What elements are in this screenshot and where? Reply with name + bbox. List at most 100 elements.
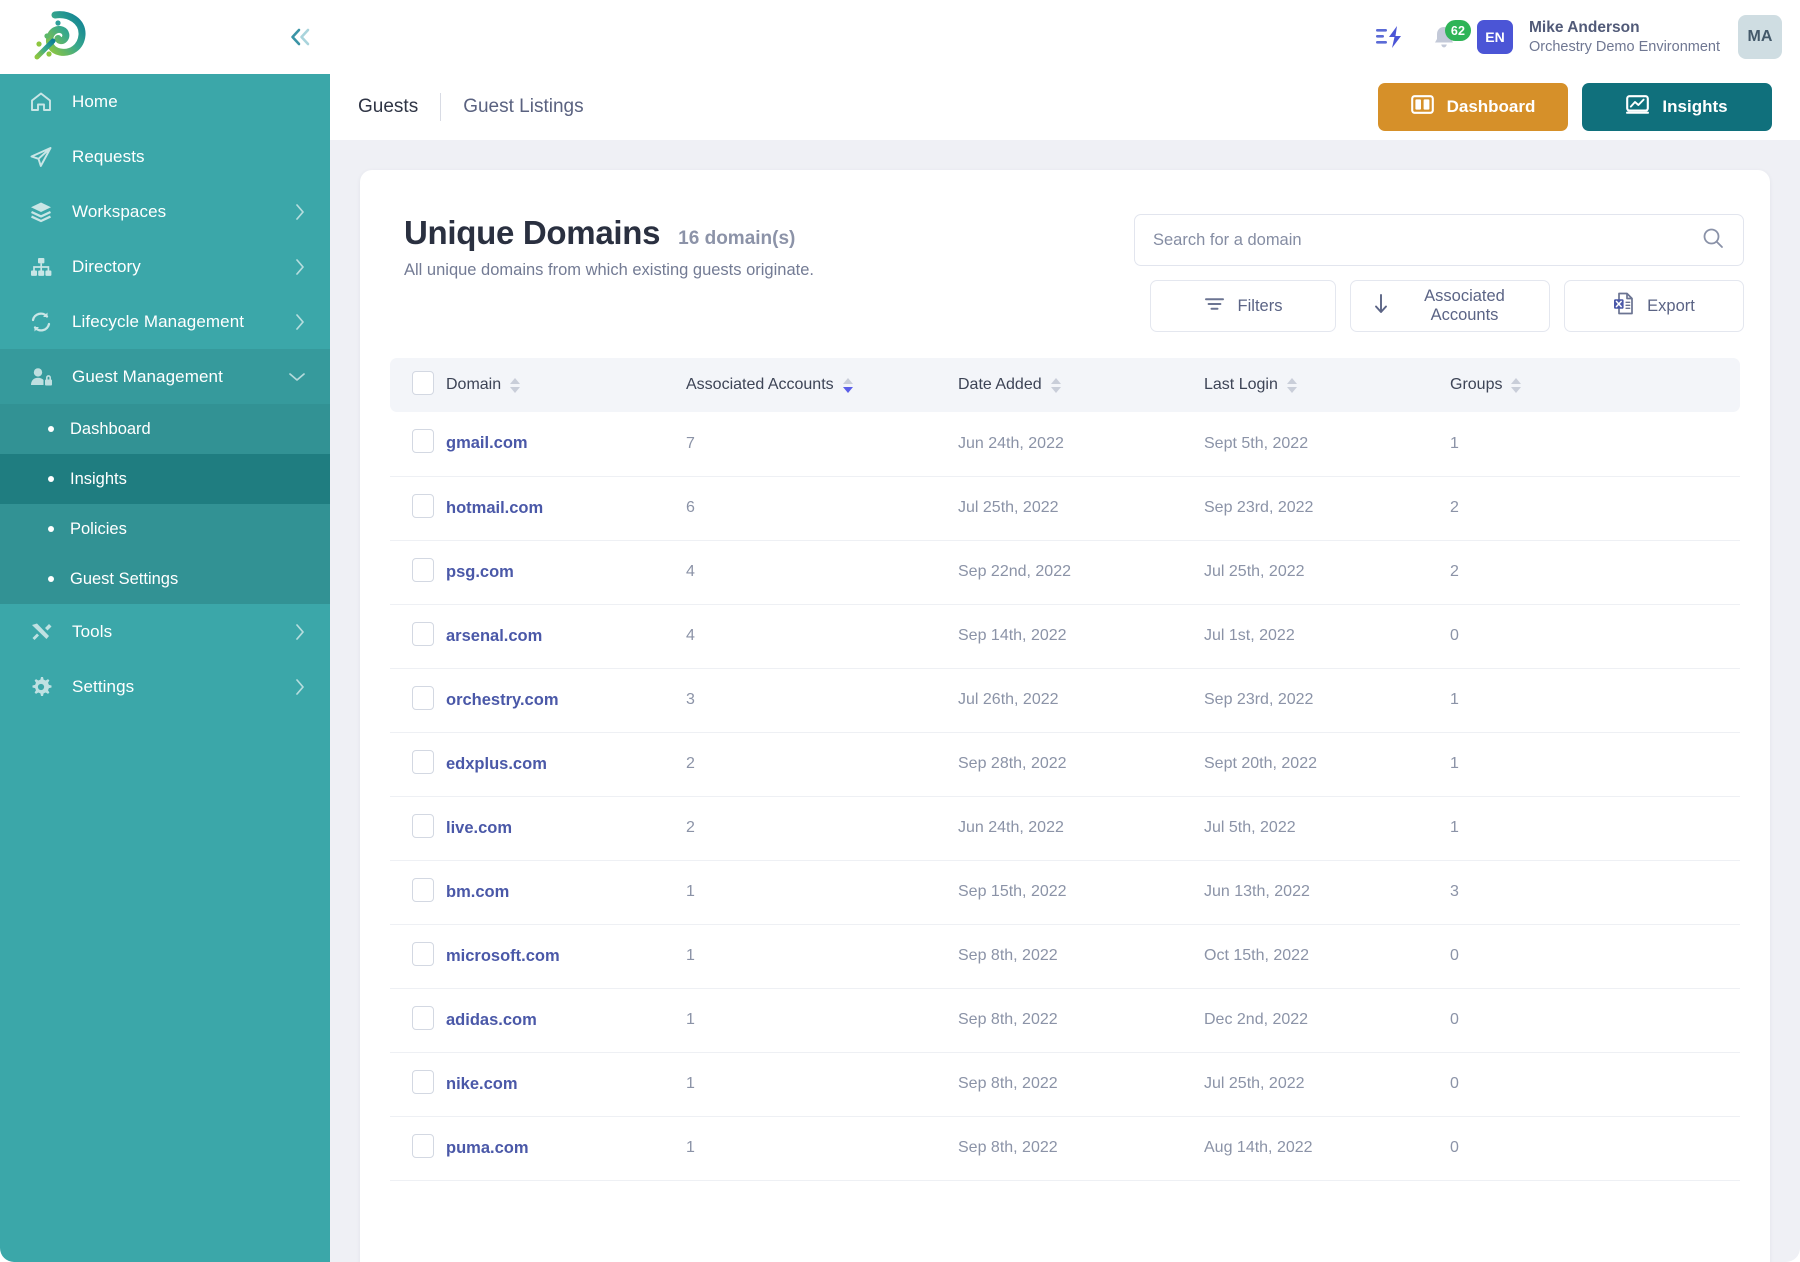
column-label: Groups xyxy=(1450,376,1503,393)
domain-link[interactable]: gmail.com xyxy=(446,434,528,452)
row-checkbox[interactable] xyxy=(412,685,434,710)
table-row[interactable]: orchestry.com 3 Jul 26th, 2022 Sep 23rd, 20… xyxy=(390,668,1740,733)
row-checkbox[interactable] xyxy=(412,621,434,646)
sort-toggle-date-added[interactable] xyxy=(1050,377,1061,393)
table-row[interactable]: live.com 2 Jun 24th, 2022 Jul 5th, 2022 1 xyxy=(390,796,1740,861)
column-header-domain[interactable]: Domain xyxy=(446,358,686,412)
table-row[interactable]: hotmail.com 6 Jul 25th, 2022 Sep 23rd, 2022… xyxy=(390,476,1740,541)
domain-link[interactable]: live.com xyxy=(446,819,512,837)
sort-ascending-icon xyxy=(510,377,521,384)
table-row[interactable]: bm.com 1 Sep 15th, 2022 Jun 13th, 2022 3 xyxy=(390,860,1740,925)
filters-button-label: Filters xyxy=(1237,296,1283,315)
table-row[interactable]: microsoft.com 1 Sep 8th, 2022 Oct 15th, 202… xyxy=(390,924,1740,989)
table-header-row: Domain Associated Accounts Date Added La… xyxy=(390,358,1740,412)
export-button[interactable]: Export xyxy=(1564,280,1744,332)
sort-toggle-groups[interactable] xyxy=(1511,377,1522,393)
card-tools: Filters Associated Accounts xyxy=(1134,214,1744,332)
breadcrumb-divider xyxy=(440,93,442,121)
avatar[interactable]: MA xyxy=(1738,15,1782,59)
table-row[interactable]: edxplus.com 2 Sep 28th, 2022 Sept 20th, 202… xyxy=(390,732,1740,797)
sidebar-item-dashboard[interactable]: Dashboard xyxy=(0,404,330,454)
domain-link[interactable]: arsenal.com xyxy=(446,627,542,645)
sidebar-item-policies[interactable]: Policies xyxy=(0,504,330,554)
sort-ascending-icon xyxy=(1050,377,1061,384)
sidebar-item-settings[interactable]: Settings xyxy=(0,659,330,714)
groups-cell: 0 xyxy=(1450,1052,1740,1117)
row-checkbox[interactable] xyxy=(412,941,434,966)
row-checkbox[interactable] xyxy=(412,557,434,582)
sort-descending-icon xyxy=(842,386,853,393)
column-header-date-added[interactable]: Date Added xyxy=(958,358,1204,412)
row-checkbox[interactable] xyxy=(412,1005,434,1030)
domain-link[interactable]: nike.com xyxy=(446,1075,518,1093)
row-checkbox[interactable] xyxy=(412,749,434,774)
last-login-cell: Oct 15th, 2022 xyxy=(1204,924,1450,989)
sidebar-item-directory[interactable]: Directory xyxy=(0,239,330,294)
domain-link[interactable]: hotmail.com xyxy=(446,499,543,517)
sidebar-item-label: Guest Management xyxy=(72,366,223,386)
filters-button[interactable]: Filters xyxy=(1150,280,1336,332)
chevron-right-icon xyxy=(294,313,306,331)
insights-button[interactable]: Insights xyxy=(1582,83,1772,131)
table-row[interactable]: adidas.com 1 Sep 8th, 2022 Dec 2nd, 2022 0 xyxy=(390,988,1740,1053)
chevron-down-icon xyxy=(288,371,306,383)
row-checkbox[interactable] xyxy=(412,1069,434,1094)
domain-link[interactable]: bm.com xyxy=(446,883,509,901)
row-checkbox[interactable] xyxy=(412,493,434,518)
sidebar-item-workspaces[interactable]: Workspaces xyxy=(0,184,330,239)
sidebar-item-guest-management[interactable]: Guest Management xyxy=(0,349,330,404)
domain-link[interactable]: microsoft.com xyxy=(446,947,560,965)
row-checkbox[interactable] xyxy=(412,1133,434,1158)
column-header-last-login[interactable]: Last Login xyxy=(1204,358,1450,412)
select-all-checkbox[interactable] xyxy=(412,370,434,395)
search-input[interactable] xyxy=(1153,230,1701,250)
breadcrumb-secondary[interactable]: Guest Listings xyxy=(463,96,583,118)
domain-link[interactable]: adidas.com xyxy=(446,1011,537,1029)
search-icon[interactable] xyxy=(1701,226,1725,255)
domain-link[interactable]: psg.com xyxy=(446,563,514,581)
breadcrumb: Guests Guest Listings Dashboard Insights xyxy=(330,74,1800,140)
bullet-icon xyxy=(48,476,54,482)
quick-actions-button[interactable] xyxy=(1363,10,1417,64)
sidebar-item-lifecycle-management[interactable]: Lifecycle Management xyxy=(0,294,330,349)
column-header-groups[interactable]: Groups xyxy=(1450,358,1740,412)
date-added-cell: Sep 15th, 2022 xyxy=(958,860,1204,925)
groups-cell: 3 xyxy=(1450,860,1740,925)
sidebar-item-tools[interactable]: Tools xyxy=(0,604,330,659)
guest-user-lock-icon xyxy=(26,362,56,392)
associated-accounts-cell: 4 xyxy=(686,540,958,605)
row-checkbox[interactable] xyxy=(412,877,434,902)
tools-wrench-icon xyxy=(26,617,56,647)
table-row[interactable]: gmail.com 7 Jun 24th, 2022 Sept 5th, 2022 1 xyxy=(390,412,1740,477)
date-added-cell: Sep 8th, 2022 xyxy=(958,1052,1204,1117)
sort-toggle-domain[interactable] xyxy=(510,377,521,393)
page-title: Unique Domains xyxy=(404,214,661,251)
date-added-cell: Sep 8th, 2022 xyxy=(958,1116,1204,1181)
app-logo[interactable] xyxy=(0,0,120,74)
column-header-associated-accounts[interactable]: Associated Accounts xyxy=(686,358,958,412)
dashboard-button[interactable]: Dashboard xyxy=(1378,83,1568,131)
domain-link[interactable]: orchestry.com xyxy=(446,691,559,709)
sidebar-item-guest-settings[interactable]: Guest Settings xyxy=(0,554,330,604)
sidebar-item-home[interactable]: Home xyxy=(0,74,330,129)
sort-toggle-associated-accounts[interactable] xyxy=(842,377,853,393)
search-box[interactable] xyxy=(1134,214,1744,266)
associated-accounts-sort-button[interactable]: Associated Accounts xyxy=(1350,280,1550,332)
table-row[interactable]: arsenal.com 4 Sep 14th, 2022 Jul 1st, 2022 0 xyxy=(390,604,1740,669)
table-row[interactable]: puma.com 1 Sep 8th, 2022 Aug 14th, 2022 0 xyxy=(390,1116,1740,1181)
sidebar-item-insights[interactable]: Insights xyxy=(0,454,330,504)
row-checkbox[interactable] xyxy=(412,429,434,454)
domain-link[interactable]: edxplus.com xyxy=(446,755,547,773)
sort-toggle-last-login[interactable] xyxy=(1286,377,1297,393)
domain-link[interactable]: puma.com xyxy=(446,1139,529,1157)
user-info[interactable]: Mike Anderson Orchestry Demo Environment xyxy=(1529,18,1720,56)
language-selector[interactable]: EN xyxy=(1477,20,1514,54)
main-content: Guests Guest Listings Dashboard Insights… xyxy=(330,74,1800,1262)
sidebar-item-requests[interactable]: Requests xyxy=(0,129,330,184)
chevron-right-icon xyxy=(294,623,306,641)
notifications-button[interactable]: 62 xyxy=(1417,10,1472,64)
table-row[interactable]: nike.com 1 Sep 8th, 2022 Jul 25th, 2022 0 xyxy=(390,1052,1740,1117)
row-checkbox[interactable] xyxy=(412,813,434,838)
sidebar-collapse-button[interactable] xyxy=(280,16,322,58)
table-row[interactable]: psg.com 4 Sep 22nd, 2022 Jul 25th, 2022 2 xyxy=(390,540,1740,605)
